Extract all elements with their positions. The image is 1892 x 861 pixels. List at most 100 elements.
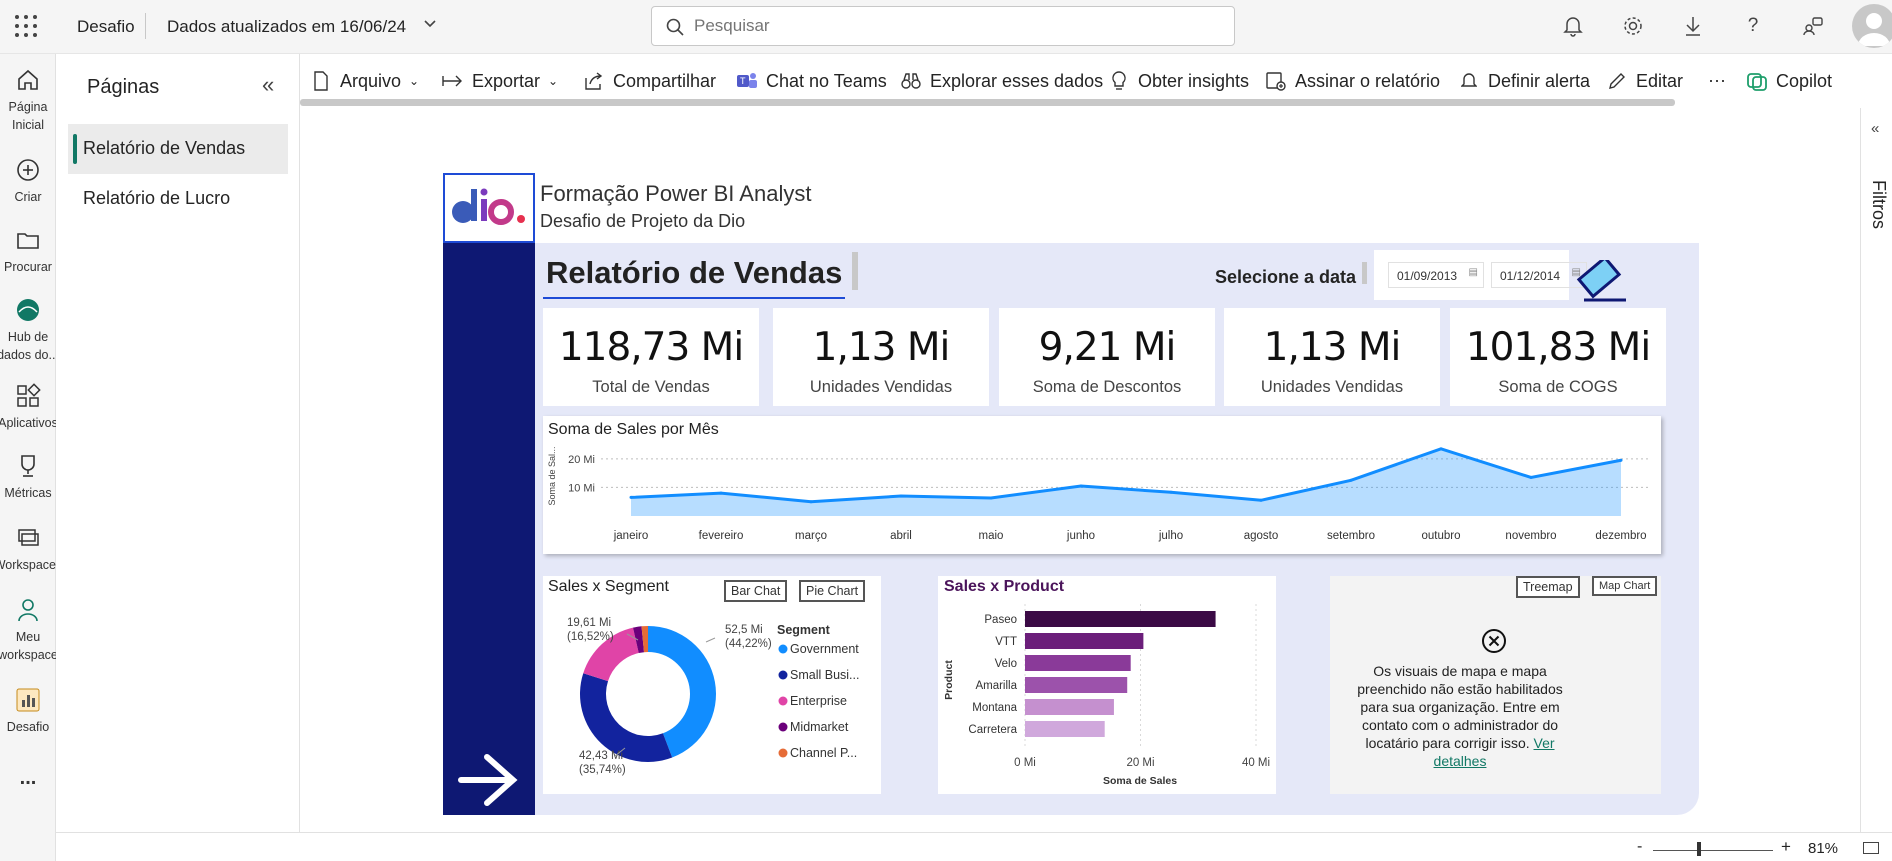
treemap-button[interactable]: Treemap xyxy=(1516,576,1580,598)
legend-item[interactable]: Enterprise xyxy=(790,694,847,708)
nav-metrics[interactable]: Métricas xyxy=(0,452,56,502)
bar[interactable] xyxy=(1025,699,1114,715)
edit-button[interactable]: Editar xyxy=(1606,70,1683,92)
nav-apps[interactable]: Aplicativos xyxy=(0,382,58,432)
data-point[interactable] xyxy=(629,495,633,499)
set-alert-button[interactable]: Definir alerta xyxy=(1458,70,1590,92)
page-relatorio-vendas[interactable]: Relatório de Vendas xyxy=(68,124,288,174)
file-menu[interactable]: Arquivo ⌄ xyxy=(310,70,419,92)
data-point[interactable] xyxy=(1529,475,1533,479)
sales-by-month-chart[interactable]: 10 Mi 20 Mi Soma de Sal... janeiro fevereiro… xyxy=(543,416,1661,554)
zoom-slider[interactable] xyxy=(1653,850,1773,851)
kpi-card: 1,13 Mi Unidades Vendidas xyxy=(773,308,989,406)
download-icon[interactable] xyxy=(1681,14,1705,38)
nav-my-workspace[interactable]: Meu workspace xyxy=(0,596,58,664)
legend-item[interactable]: Small Busi... xyxy=(790,668,859,682)
search-box[interactable] xyxy=(651,6,1235,46)
data-updated-label[interactable]: Dados atualizados em 16/06/24 xyxy=(167,17,406,37)
y-axis-label: Soma de Sal... xyxy=(547,446,557,505)
avatar[interactable] xyxy=(1852,4,1892,48)
nav-create[interactable]: Criar xyxy=(0,156,56,206)
zoom-slider-thumb[interactable] xyxy=(1697,842,1701,856)
legend-item[interactable]: Midmarket xyxy=(790,720,849,734)
toolbar: Arquivo ⌄ Exportar ⌄ Compartilhar T Chat… xyxy=(300,54,1860,104)
gear-icon[interactable] xyxy=(1621,14,1645,38)
map-chart-button[interactable]: Map Chart xyxy=(1592,576,1658,596)
data-point[interactable] xyxy=(1619,458,1623,462)
export-icon xyxy=(442,70,464,92)
y-tick-label: 10 Mi xyxy=(568,482,595,494)
select-date-label: Selecione a data xyxy=(1215,267,1357,287)
status-bar xyxy=(56,832,1892,861)
date-from-input[interactable]: 01/09/2013 ▤ xyxy=(1388,262,1484,288)
data-point[interactable] xyxy=(809,500,813,504)
copilot-button[interactable]: Copilot xyxy=(1746,70,1832,92)
bar[interactable] xyxy=(1025,633,1144,649)
page-relatorio-lucro[interactable]: Relatório de Lucro xyxy=(68,174,288,224)
legend-item[interactable]: Channel P... xyxy=(790,746,857,760)
legend-item[interactable]: Government xyxy=(790,642,859,656)
x-tick-label: outubro xyxy=(1421,530,1460,542)
nav-home[interactable]: Página Inicial xyxy=(0,66,56,134)
x-tick-label: abril xyxy=(890,530,912,542)
date-to-input[interactable]: 01/12/2014 ▤ xyxy=(1491,262,1587,288)
zoom-out-button[interactable]: - xyxy=(1637,838,1642,856)
explore-data-button[interactable]: Explorar esses dados xyxy=(900,70,1103,92)
feedback-icon[interactable] xyxy=(1801,14,1825,38)
y-tick-label: 20 Mi xyxy=(568,454,595,466)
chevron-down-icon[interactable] xyxy=(423,16,437,32)
teams-chat-button[interactable]: T Chat no Teams xyxy=(736,70,887,92)
y-tick-label: Montana xyxy=(972,702,1017,714)
nav-data-hub[interactable]: Hub de dados do... xyxy=(0,296,59,364)
nav-desafio[interactable]: Desafio xyxy=(0,686,56,736)
data-point[interactable] xyxy=(719,491,723,495)
home-icon xyxy=(18,69,38,90)
dio-logo xyxy=(443,173,535,243)
zoom-in-button[interactable]: + xyxy=(1781,837,1791,857)
app-launcher-icon[interactable] xyxy=(14,14,38,38)
bar[interactable] xyxy=(1025,721,1105,737)
subscribe-button[interactable]: Assinar o relatório xyxy=(1265,70,1440,92)
legend-marker xyxy=(778,748,788,758)
nav-browse[interactable]: Procurar xyxy=(0,226,56,276)
expand-icon[interactable]: « xyxy=(1871,120,1879,137)
share-button[interactable]: Compartilhar xyxy=(583,70,716,92)
data-point[interactable] xyxy=(899,494,903,498)
data-point[interactable] xyxy=(1169,490,1173,494)
report-title: Relatório de Vendas xyxy=(546,255,843,290)
segment-donut-chart[interactable]: 52,5 Mi (44,22%) 42,43 Mi (35,74%) 19,61 Mi (… xyxy=(543,576,881,794)
calendar-icon[interactable]: ▤ xyxy=(1469,267,1478,278)
search-input[interactable] xyxy=(694,15,1214,37)
horizontal-scrollbar[interactable] xyxy=(300,99,1675,106)
map-disabled-message: Os visuais de mapa e mapa preenchido não… xyxy=(1357,663,1563,769)
nav-more[interactable]: ... xyxy=(0,768,56,788)
bar[interactable] xyxy=(1025,677,1128,693)
data-point[interactable] xyxy=(1349,478,1353,482)
collapse-icon[interactable]: « xyxy=(262,72,274,98)
eraser-icon[interactable] xyxy=(1574,260,1630,304)
get-insights-button[interactable]: Obter insights xyxy=(1108,70,1249,92)
data-point[interactable] xyxy=(1439,447,1443,451)
bar[interactable] xyxy=(1025,611,1216,627)
sales-by-segment-card: Sales x Segment Bar Chat Pie Chart 52,5 … xyxy=(543,576,881,794)
data-point[interactable] xyxy=(1079,484,1083,488)
nav-workspaces[interactable]: Workspaces xyxy=(0,524,62,574)
x-tick-label: novembro xyxy=(1505,530,1556,542)
data-point[interactable] xyxy=(1259,498,1263,502)
pie-slice[interactable] xyxy=(580,673,673,762)
bell-icon[interactable] xyxy=(1561,14,1585,38)
filters-label[interactable]: Filtros xyxy=(1868,180,1889,229)
folder-icon xyxy=(17,233,39,249)
fit-to-page-icon[interactable] xyxy=(1863,842,1879,854)
bar[interactable] xyxy=(1025,655,1131,671)
more-options-button[interactable]: ··· xyxy=(1708,70,1726,91)
help-icon[interactable]: ? xyxy=(1741,14,1765,38)
product-bar-chart[interactable]: 0 Mi 20 Mi 40 Mi Paseo VTT Velo Amarilla Montan… xyxy=(938,576,1276,794)
workspace-name[interactable]: Desafio xyxy=(77,17,135,37)
data-point[interactable] xyxy=(989,496,993,500)
export-menu[interactable]: Exportar ⌄ xyxy=(442,70,558,92)
data-label: 42,43 Mi xyxy=(579,750,623,762)
arrow-right-icon[interactable] xyxy=(457,753,519,807)
label-cursor xyxy=(1362,262,1367,284)
data-hub-icon xyxy=(17,299,39,321)
